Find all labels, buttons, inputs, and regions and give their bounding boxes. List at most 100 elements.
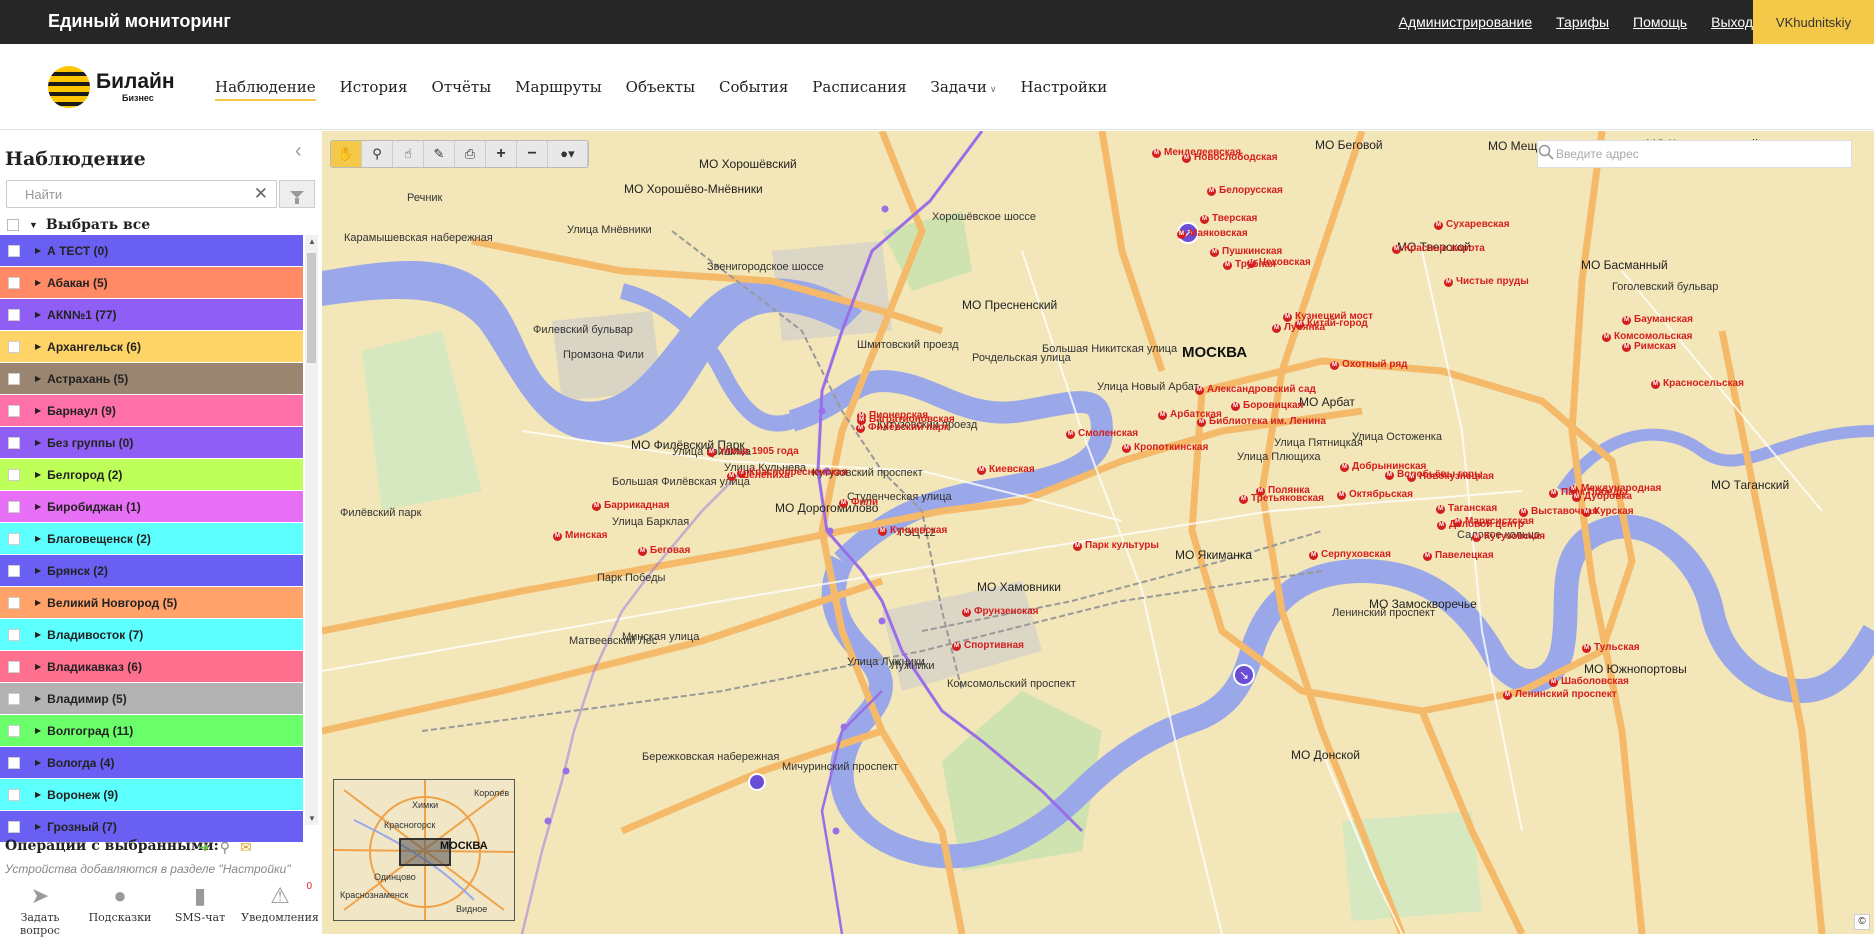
group-checkbox[interactable] (8, 372, 20, 385)
expand-arrow-icon[interactable]: ▶ (35, 534, 41, 543)
expand-arrow-icon[interactable]: ▶ (35, 374, 41, 383)
address-input[interactable] (1538, 142, 1808, 166)
group-checkbox[interactable] (8, 788, 20, 801)
group-row[interactable]: ▶ Благовещенск (2) (0, 523, 303, 555)
group-row[interactable]: ▶ Владимир (5) (0, 683, 303, 715)
group-checkbox[interactable] (8, 308, 20, 321)
search-icon[interactable]: ⚲ (220, 839, 230, 856)
layers-icon[interactable]: ●▾ (548, 141, 588, 167)
search-input[interactable] (7, 181, 247, 207)
logout-link[interactable]: Выход (1711, 14, 1753, 30)
overview-minimap[interactable]: Химки Королев Красногорск МОСКВА Одинцов… (333, 779, 515, 921)
group-checkbox[interactable] (8, 596, 20, 609)
nav-objects[interactable]: Объекты (626, 78, 695, 101)
nav-tasks[interactable]: Задачи ∨ (931, 78, 997, 101)
group-checkbox[interactable] (8, 340, 20, 353)
vehicle-marker[interactable] (748, 773, 766, 791)
group-checkbox[interactable] (8, 468, 20, 481)
nav-observation[interactable]: Наблюдение (215, 78, 316, 101)
collapse-sidebar-icon[interactable]: ‹ (295, 140, 302, 163)
scrollbar-thumb[interactable] (307, 253, 316, 363)
sms-chat-button[interactable]: ▮ SMS-чат (160, 881, 240, 934)
map-view[interactable]: ↗ ↘ МО Хорошёвский МО Хорошёво-Мнёвники МО… (322, 131, 1874, 934)
expand-arrow-icon[interactable]: ▶ (35, 310, 41, 319)
expand-arrow-icon[interactable]: ▶ (35, 566, 41, 575)
group-checkbox[interactable] (8, 532, 20, 545)
expand-arrow-icon[interactable]: ▶ (35, 822, 41, 831)
group-row[interactable]: ▶ Воронеж (9) (0, 779, 303, 811)
expand-arrow-icon[interactable]: ▶ (35, 758, 41, 767)
group-row[interactable]: ▶ Без группы (0) (0, 427, 303, 459)
ruler-icon[interactable]: ✎ (424, 141, 455, 167)
nav-events[interactable]: События (719, 78, 788, 101)
group-row[interactable]: ▶ Волгоград (11) (0, 715, 303, 747)
group-checkbox[interactable] (8, 564, 20, 577)
group-checkbox[interactable] (8, 660, 20, 673)
expand-arrow-icon[interactable]: ▶ (35, 342, 41, 351)
nav-schedules[interactable]: Расписания (812, 78, 906, 101)
expand-arrow-icon[interactable]: ▶ (35, 502, 41, 511)
group-checkbox[interactable] (8, 436, 20, 449)
expand-arrow-icon[interactable]: ▶ (35, 278, 41, 287)
group-checkbox[interactable] (8, 404, 20, 417)
clear-icon[interactable]: ✕ (254, 184, 268, 204)
vehicle-marker[interactable]: ↘ (1233, 664, 1255, 686)
select-all[interactable]: ▼ Выбрать все (7, 217, 150, 233)
nav-routes[interactable]: Маршруты (515, 78, 602, 101)
expand-arrow-icon[interactable]: ▶ (35, 662, 41, 671)
pan-hand-icon[interactable]: ✋ (331, 141, 362, 167)
expand-arrow-icon[interactable]: ▶ (35, 246, 41, 255)
expand-arrow-icon[interactable]: ▶ (35, 598, 41, 607)
tariffs-link[interactable]: Тарифы (1556, 14, 1609, 30)
group-row[interactable]: ▶ Владикавказ (6) (0, 651, 303, 683)
group-checkbox[interactable] (8, 724, 20, 737)
zoom-out-icon[interactable]: − (517, 141, 548, 167)
group-row[interactable]: ▶ Владивосток (7) (0, 619, 303, 651)
beeline-logo[interactable]: Билайн Бизнес (48, 66, 175, 108)
nav-settings[interactable]: Настройки (1021, 78, 1108, 101)
group-checkbox[interactable] (8, 756, 20, 769)
expand-arrow-icon[interactable]: ▶ (35, 470, 41, 479)
scroll-down-icon[interactable]: ▼ (308, 814, 316, 823)
scroll-up-icon[interactable]: ▲ (308, 237, 316, 246)
group-row[interactable]: ▶ Белгород (2) (0, 459, 303, 491)
group-row[interactable]: ▶ АКN№1 (77) (0, 299, 303, 331)
group-row[interactable]: ▶ Биробиджан (1) (0, 491, 303, 523)
help-link[interactable]: Помощь (1633, 14, 1687, 30)
group-checkbox[interactable] (8, 820, 20, 833)
select-all-checkbox[interactable] (7, 219, 19, 231)
group-list-scrollbar[interactable]: ▲ ▼ (305, 235, 318, 825)
expand-arrow-icon[interactable]: ▶ (35, 406, 41, 415)
notifications-button[interactable]: ⚠ Уведомления 0 (240, 881, 320, 934)
group-row[interactable]: ▶ Барнаул (9) (0, 395, 303, 427)
admin-link[interactable]: Администрирование (1399, 14, 1533, 30)
ask-question-button[interactable]: ➤ Задать вопрос (0, 881, 80, 937)
group-row[interactable]: ▶ Архангельск (6) (0, 331, 303, 363)
zoom-in-icon[interactable]: + (486, 141, 517, 167)
expand-arrow-icon[interactable]: ▶ (35, 694, 41, 703)
nav-history[interactable]: История (340, 78, 408, 101)
expand-arrow-icon[interactable]: ▶ (35, 438, 41, 447)
group-row[interactable]: ▶ Великий Новгород (5) (0, 587, 303, 619)
expand-arrow-icon[interactable]: ▶ (35, 726, 41, 735)
expand-arrow-icon[interactable]: ▶ (35, 790, 41, 799)
group-checkbox[interactable] (8, 500, 20, 513)
group-row[interactable]: ▶ Абакан (5) (0, 267, 303, 299)
select-pointer-icon[interactable]: ☝ (393, 141, 424, 167)
caret-down-icon[interactable]: ▼ (29, 220, 38, 230)
print-icon[interactable]: ⎙ (455, 141, 486, 167)
search-icon[interactable] (1538, 144, 1554, 160)
move-arrow-icon[interactable]: ➜ (198, 839, 210, 856)
group-row[interactable]: ▶ А ТЕСТ (0) (0, 235, 303, 267)
group-row[interactable]: ▶ Вологда (4) (0, 747, 303, 779)
group-checkbox[interactable] (8, 244, 20, 257)
nav-reports[interactable]: Отчёты (432, 78, 492, 101)
filter-button[interactable] (279, 180, 315, 208)
group-checkbox[interactable] (8, 276, 20, 289)
zoom-area-icon[interactable]: ⚲ (362, 141, 393, 167)
hints-button[interactable]: ● Подсказки (80, 881, 160, 934)
copyright-icon[interactable]: © (1854, 914, 1870, 930)
user-menu[interactable]: VKhudnitskiy (1753, 0, 1874, 44)
group-row[interactable]: ▶ Астрахань (5) (0, 363, 303, 395)
expand-arrow-icon[interactable]: ▶ (35, 630, 41, 639)
